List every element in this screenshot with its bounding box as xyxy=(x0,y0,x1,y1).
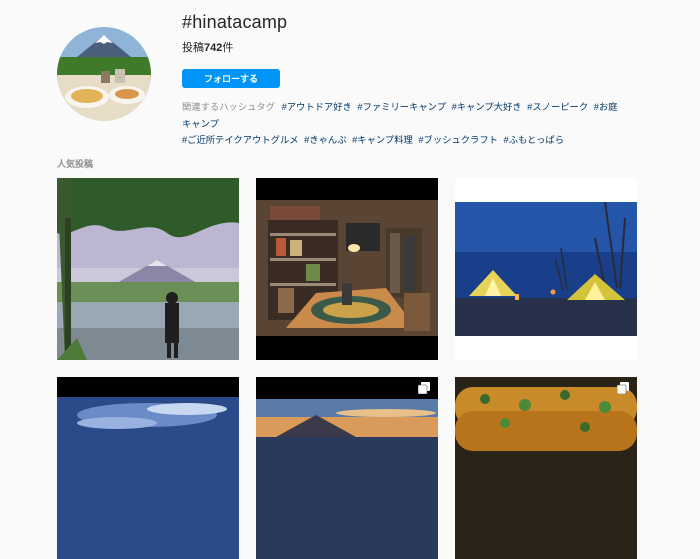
post-thumbnail-6[interactable] xyxy=(455,377,637,559)
hashtag-avatar xyxy=(57,27,151,121)
related-hashtags: 関連するハッシュタグ #アウトドア好き #ファミリーキャンプ #キャンプ大好き … xyxy=(182,99,622,149)
post-thumbnail-4[interactable] xyxy=(57,377,239,559)
related-tag[interactable]: #キャンプ料理 xyxy=(352,135,413,145)
carousel-icon xyxy=(617,382,629,394)
related-tag[interactable]: #きゃんぷ xyxy=(304,135,346,145)
follow-button[interactable]: フォローする xyxy=(182,69,280,88)
related-tag[interactable]: #アウトドア好き xyxy=(282,102,352,112)
post-thumbnail-1[interactable] xyxy=(57,178,239,360)
carousel-icon xyxy=(418,382,430,394)
post-count-unit: 件 xyxy=(222,42,234,54)
post-count-label: 投稿 xyxy=(182,42,204,54)
related-tag[interactable]: #ファミリーキャンプ xyxy=(357,102,446,112)
hashtag-title: #hinatacamp xyxy=(182,12,288,32)
related-tag[interactable]: #スノーピーク xyxy=(527,102,588,112)
post-thumbnail-2[interactable] xyxy=(256,178,438,360)
related-tag[interactable]: #ブッシュクラフト xyxy=(418,135,498,145)
related-hashtags-label: 関連するハッシュタグ xyxy=(182,102,275,112)
post-thumbnail-3[interactable] xyxy=(455,178,637,360)
related-tag[interactable]: #ご近所テイクアウトグルメ xyxy=(182,135,299,145)
related-tag[interactable]: #ふもとっぱら xyxy=(504,135,565,145)
top-posts-heading: 人気投稿 xyxy=(57,159,94,169)
post-count-value: 742 xyxy=(204,42,223,54)
post-thumbnail-5[interactable] xyxy=(256,377,438,559)
post-count: 投稿742件 xyxy=(182,39,233,55)
related-tag[interactable]: #キャンプ大好き xyxy=(452,102,522,112)
